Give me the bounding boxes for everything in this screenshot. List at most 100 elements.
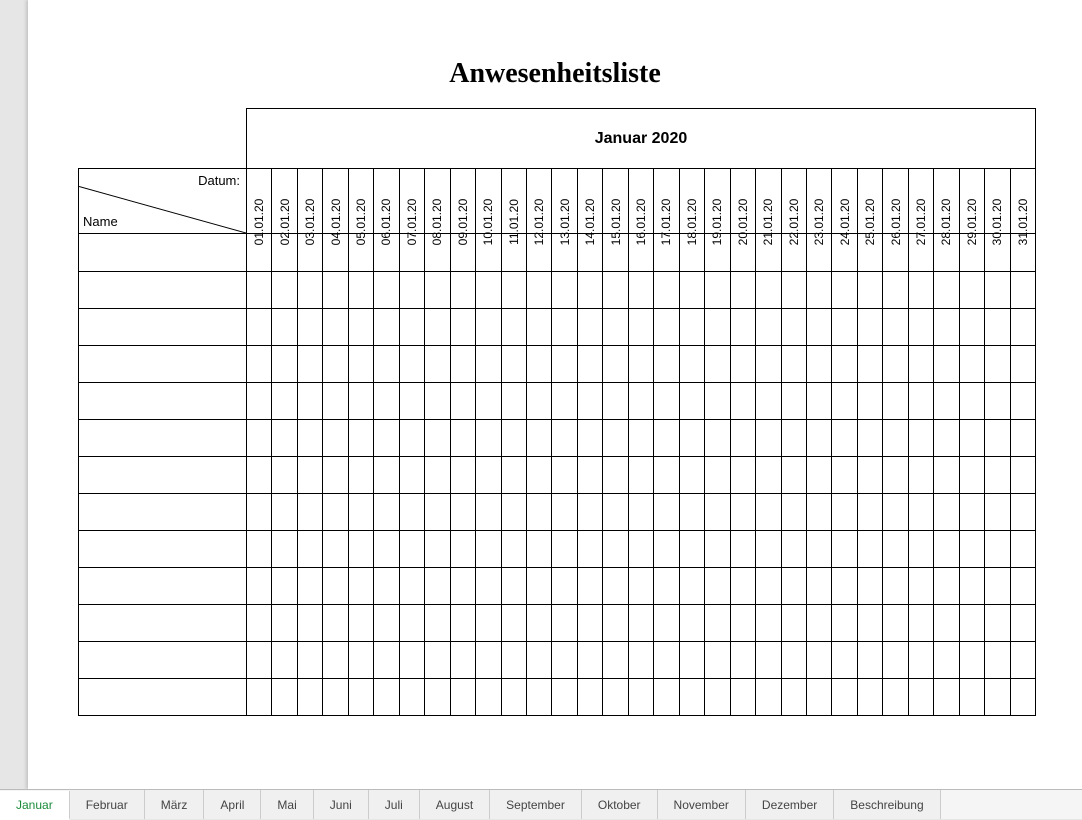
attendance-cell[interactable] (451, 457, 476, 493)
tab-august[interactable]: August (420, 790, 490, 819)
attendance-cell[interactable] (680, 272, 705, 308)
attendance-cell[interactable] (323, 679, 348, 715)
attendance-cell[interactable] (654, 568, 679, 604)
attendance-cell[interactable] (603, 642, 628, 678)
attendance-cell[interactable] (629, 642, 654, 678)
attendance-cell[interactable] (731, 568, 756, 604)
attendance-cell[interactable] (425, 568, 450, 604)
attendance-cell[interactable] (323, 309, 348, 345)
attendance-cell[interactable] (374, 309, 399, 345)
attendance-cell[interactable] (883, 568, 908, 604)
attendance-cell[interactable] (832, 568, 857, 604)
attendance-cell[interactable] (960, 272, 985, 308)
name-cell[interactable] (79, 309, 247, 345)
attendance-cell[interactable] (909, 568, 934, 604)
tab-beschreibung[interactable]: Beschreibung (834, 790, 940, 819)
attendance-cell[interactable] (527, 420, 552, 456)
attendance-cell[interactable] (298, 568, 323, 604)
attendance-cell[interactable] (934, 457, 959, 493)
attendance-cell[interactable] (374, 568, 399, 604)
tab-januar[interactable]: Januar (0, 791, 70, 820)
attendance-cell[interactable] (909, 420, 934, 456)
attendance-cell[interactable] (782, 272, 807, 308)
attendance-cell[interactable] (807, 309, 832, 345)
attendance-cell[interactable] (629, 679, 654, 715)
attendance-cell[interactable] (934, 494, 959, 530)
attendance-cell[interactable] (451, 679, 476, 715)
attendance-cell[interactable] (934, 234, 959, 271)
attendance-cell[interactable] (832, 494, 857, 530)
attendance-cell[interactable] (298, 272, 323, 308)
tab-april[interactable]: April (204, 790, 261, 819)
attendance-cell[interactable] (247, 642, 272, 678)
attendance-cell[interactable] (451, 272, 476, 308)
attendance-cell[interactable] (272, 605, 297, 641)
attendance-cell[interactable] (502, 642, 527, 678)
attendance-cell[interactable] (832, 679, 857, 715)
attendance-cell[interactable] (960, 642, 985, 678)
attendance-cell[interactable] (883, 309, 908, 345)
attendance-cell[interactable] (349, 457, 374, 493)
attendance-cell[interactable] (731, 272, 756, 308)
attendance-cell[interactable] (349, 568, 374, 604)
attendance-cell[interactable] (502, 568, 527, 604)
attendance-cell[interactable] (476, 457, 501, 493)
attendance-cell[interactable] (705, 346, 730, 382)
attendance-cell[interactable] (425, 679, 450, 715)
attendance-cell[interactable] (603, 568, 628, 604)
attendance-cell[interactable] (629, 605, 654, 641)
attendance-cell[interactable] (960, 309, 985, 345)
name-cell[interactable] (79, 605, 247, 641)
attendance-cell[interactable] (323, 272, 348, 308)
attendance-cell[interactable] (807, 642, 832, 678)
attendance-cell[interactable] (731, 309, 756, 345)
attendance-cell[interactable] (272, 420, 297, 456)
attendance-cell[interactable] (705, 383, 730, 419)
attendance-cell[interactable] (1011, 420, 1035, 456)
attendance-cell[interactable] (731, 234, 756, 271)
attendance-cell[interactable] (731, 457, 756, 493)
attendance-cell[interactable] (680, 420, 705, 456)
tab-juni[interactable]: Juni (314, 790, 369, 819)
attendance-cell[interactable] (272, 457, 297, 493)
attendance-cell[interactable] (502, 457, 527, 493)
attendance-cell[interactable] (909, 457, 934, 493)
attendance-cell[interactable] (552, 309, 577, 345)
attendance-cell[interactable] (374, 494, 399, 530)
attendance-cell[interactable] (349, 346, 374, 382)
attendance-cell[interactable] (400, 272, 425, 308)
attendance-cell[interactable] (807, 420, 832, 456)
name-cell[interactable] (79, 679, 247, 715)
attendance-cell[interactable] (756, 568, 781, 604)
attendance-cell[interactable] (400, 457, 425, 493)
attendance-cell[interactable] (934, 383, 959, 419)
attendance-cell[interactable] (374, 420, 399, 456)
attendance-cell[interactable] (832, 346, 857, 382)
attendance-cell[interactable] (985, 494, 1010, 530)
attendance-cell[interactable] (858, 568, 883, 604)
attendance-cell[interactable] (425, 234, 450, 271)
attendance-cell[interactable] (425, 642, 450, 678)
attendance-cell[interactable] (883, 234, 908, 271)
attendance-cell[interactable] (960, 679, 985, 715)
attendance-cell[interactable] (807, 531, 832, 567)
attendance-cell[interactable] (731, 531, 756, 567)
attendance-cell[interactable] (960, 605, 985, 641)
attendance-cell[interactable] (502, 309, 527, 345)
attendance-cell[interactable] (578, 568, 603, 604)
tab-mai[interactable]: Mai (261, 790, 313, 819)
attendance-cell[interactable] (476, 531, 501, 567)
attendance-cell[interactable] (680, 346, 705, 382)
attendance-cell[interactable] (858, 531, 883, 567)
attendance-cell[interactable] (272, 383, 297, 419)
tab-dezember[interactable]: Dezember (746, 790, 834, 819)
attendance-cell[interactable] (680, 679, 705, 715)
attendance-cell[interactable] (832, 605, 857, 641)
attendance-cell[interactable] (349, 383, 374, 419)
attendance-cell[interactable] (985, 605, 1010, 641)
attendance-cell[interactable] (1011, 605, 1035, 641)
attendance-cell[interactable] (578, 420, 603, 456)
attendance-cell[interactable] (272, 309, 297, 345)
attendance-cell[interactable] (629, 309, 654, 345)
attendance-cell[interactable] (858, 642, 883, 678)
